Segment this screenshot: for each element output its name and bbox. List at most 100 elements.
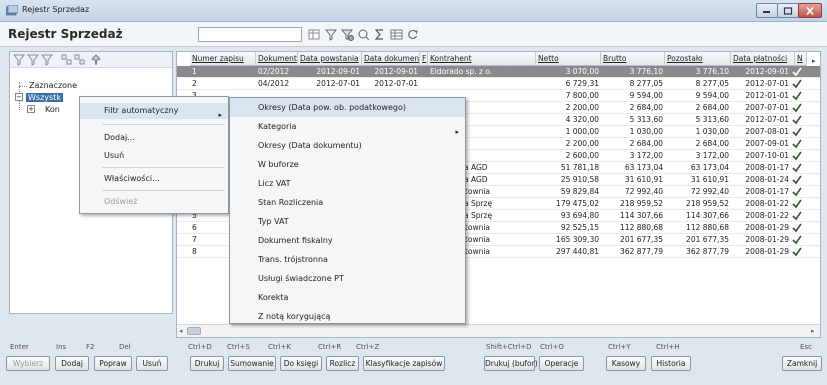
classify-button[interactable]: Klasyfikacje zapisów <box>363 356 445 371</box>
col-header-data-powstania[interactable]: Data powstania <box>298 52 362 66</box>
submenu-item-korekta[interactable]: Korekta <box>230 288 465 307</box>
pin-icon[interactable] <box>90 54 102 66</box>
cell-netto: 51 781,18 <box>560 163 599 172</box>
cell-dpl: 2008-01-29 <box>745 223 789 232</box>
tree-collapse-toggle[interactable]: − <box>15 93 23 101</box>
cell-dpl: 2008-01-29 <box>745 235 789 244</box>
scroll-left-arrow-icon[interactable]: ◂ <box>179 327 183 335</box>
add-button[interactable]: Dodaj <box>55 356 89 371</box>
minimize-icon <box>763 10 770 13</box>
filter-config-icon[interactable] <box>341 28 354 41</box>
col-header-numer[interactable]: Numer zapisu <box>190 52 256 66</box>
shortcut-label: Esc <box>800 343 812 351</box>
horizontal-scrollbar[interactable]: ◂ ▸ <box>177 324 820 337</box>
page-title: Rejestr Sprzedaż <box>8 27 123 41</box>
shortcut-label: Shift+Ctrl+D <box>486 343 532 351</box>
menu-separator <box>102 124 224 125</box>
col-header-brutto[interactable]: Brutto <box>601 52 665 66</box>
minimize-button[interactable] <box>756 3 778 18</box>
col-header-dokument[interactable]: Dokument <box>256 52 298 66</box>
cell-dpl: 2012-07-01 <box>745 79 789 88</box>
submenu-item-typ-vat[interactable]: Typ VAT <box>230 212 465 231</box>
expand-all-icon[interactable] <box>61 54 73 66</box>
cell-poz: 218 959,52 <box>686 199 729 208</box>
menu-item-usun[interactable]: Usuń <box>80 148 228 164</box>
submenu-item-licz-vat[interactable]: Licz VAT <box>230 174 465 193</box>
col-header-data-dokumentu[interactable]: Data dokument <box>362 52 420 66</box>
cell-brutto: 63 173,04 <box>624 163 663 172</box>
tree-item-kontrahent[interactable]: Kon <box>45 105 60 114</box>
close-window-button[interactable]: Zamknij <box>782 356 822 371</box>
cell-dpl: 2008-01-17 <box>745 187 789 196</box>
check-icon <box>792 175 802 185</box>
sum-icon[interactable] <box>373 28 386 41</box>
tree-item-wszystkie[interactable]: Wszystk <box>26 93 63 102</box>
sum-button[interactable]: Sumowanie <box>228 356 276 371</box>
table-row[interactable]: 2 04/2012 2012-07-01 2012-07-01 6 729,31 8 27… <box>177 78 820 90</box>
funnel-icon[interactable] <box>13 54 25 66</box>
check-icon <box>792 139 802 149</box>
edit-button[interactable]: Popraw <box>94 356 132 371</box>
shortcut-label: F2 <box>86 343 95 351</box>
scroll-right-icon[interactable]: ▸ <box>812 57 816 65</box>
col-header-pozostalo[interactable]: Pozostało <box>665 52 731 66</box>
funnel-icon[interactable] <box>325 28 338 41</box>
col-header-f[interactable]: F <box>420 52 428 66</box>
funnel-icon[interactable] <box>41 54 53 66</box>
submenu-item-stan-rozliczenia[interactable]: Stan Rozliczenia <box>230 193 465 212</box>
col-header-kontrahent[interactable]: Kontrahent <box>428 52 536 66</box>
col-header-data-platnosci[interactable]: Data płatności <box>731 52 795 66</box>
cell-brutto: 114 307,66 <box>620 211 663 220</box>
refresh-icon[interactable] <box>406 28 419 41</box>
cash-button[interactable]: Kasowy <box>606 356 646 371</box>
cell-poz: 3 172,00 <box>695 151 729 160</box>
cell-brutto: 201 677,35 <box>620 235 663 244</box>
operations-button[interactable]: Operacje <box>539 356 584 371</box>
history-button[interactable]: Historia <box>651 356 691 371</box>
print-button[interactable]: Drukuj <box>190 356 224 371</box>
shortcut-label: Ctrl+H <box>656 343 680 351</box>
menu-item-wlasciwosci[interactable]: Właściwości... <box>80 171 228 187</box>
cell-dok: 02/2012 <box>258 67 290 76</box>
col-header-n[interactable]: N <box>795 52 807 66</box>
submenu-item-okresy-data-pow[interactable]: Okresy (Data pow. ob. podatkowego) <box>230 98 465 117</box>
table-icon[interactable] <box>308 28 321 41</box>
cell-dpl: 2007-10-01 <box>745 151 789 160</box>
submenu-item-z-nota[interactable]: Z notą korygującą <box>230 307 465 324</box>
close-button[interactable] <box>798 3 822 18</box>
menu-item-filtr-automatyczny[interactable]: Filtr automatyczny ▸ <box>80 103 228 119</box>
cell-netto: 297 440,81 <box>556 247 599 256</box>
cell-brutto: 5 313,60 <box>629 115 663 124</box>
settle-button[interactable]: Rozlicz <box>326 356 359 371</box>
select-button[interactable]: Wybierz <box>6 356 50 371</box>
submenu-item-trans-trojstronna[interactable]: Trans. trójstronna <box>230 250 465 269</box>
tree-expand-toggle[interactable]: + <box>27 105 35 113</box>
submenu-item-kategoria[interactable]: Kategoria ▸ <box>230 117 465 136</box>
filter-clear-icon[interactable] <box>357 28 370 41</box>
cell-dp: 2012-09-01 <box>316 67 360 76</box>
tree-item-zaznaczone[interactable]: Zaznaczone <box>29 81 77 90</box>
maximize-button[interactable] <box>777 3 799 18</box>
submenu-item-w-buforze[interactable]: W buforze <box>230 155 465 174</box>
submenu-item-okresy-data-dok[interactable]: Okresy (Data dokumentu) <box>230 136 465 155</box>
funnel-icon[interactable] <box>27 54 39 66</box>
grid-icon[interactable] <box>390 28 403 41</box>
cell-dpl: 2012-09-01 <box>745 67 789 76</box>
cell-kontr: Eldorado sp. z o. <box>430 67 493 76</box>
menu-item-dodaj[interactable]: Dodaj... <box>80 130 228 146</box>
scrollbar-thumb[interactable] <box>187 327 201 335</box>
submenu-item-uslugi-pt[interactable]: Usługi świadczone PT <box>230 269 465 288</box>
submenu-item-dokument-fiskalny[interactable]: Dokument fiskalny <box>230 231 465 250</box>
cell-dpl: 2007-09-01 <box>745 139 789 148</box>
scroll-right-arrow-icon[interactable]: ▸ <box>811 327 815 335</box>
filter-input[interactable] <box>198 27 302 42</box>
print-buffer-button[interactable]: Drukuj (bufor) <box>484 356 538 371</box>
cell-netto: 1 000,00 <box>565 127 599 136</box>
delete-button[interactable]: Usuń <box>136 356 168 371</box>
cell-poz: 3 776,10 <box>695 67 729 76</box>
col-header-netto[interactable]: Netto <box>536 52 601 66</box>
table-row[interactable]: 1 02/2012 2012-09-01 2012-09-01 Eldorado sp.… <box>177 66 820 78</box>
cell-netto: 3 070,00 <box>565 67 599 76</box>
collapse-all-icon[interactable] <box>74 54 86 66</box>
to-ledger-button[interactable]: Do księgi <box>280 356 322 371</box>
